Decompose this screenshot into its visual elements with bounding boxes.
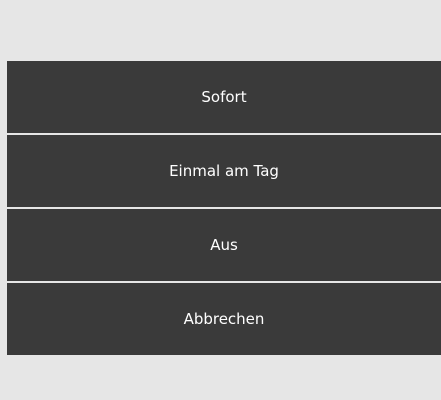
options-menu: Sofort Einmal am Tag Aus Abbrechen xyxy=(7,61,441,355)
menu-item-label: Sofort xyxy=(201,88,247,106)
menu-item-einmal-am-tag[interactable]: Einmal am Tag xyxy=(7,135,441,209)
menu-item-label: Abbrechen xyxy=(183,310,265,328)
menu-item-label: Aus xyxy=(210,236,238,254)
menu-item-sofort[interactable]: Sofort xyxy=(7,61,441,135)
menu-item-label: Einmal am Tag xyxy=(169,162,279,180)
menu-item-abbrechen[interactable]: Abbrechen xyxy=(7,283,441,355)
menu-item-aus[interactable]: Aus xyxy=(7,209,441,283)
